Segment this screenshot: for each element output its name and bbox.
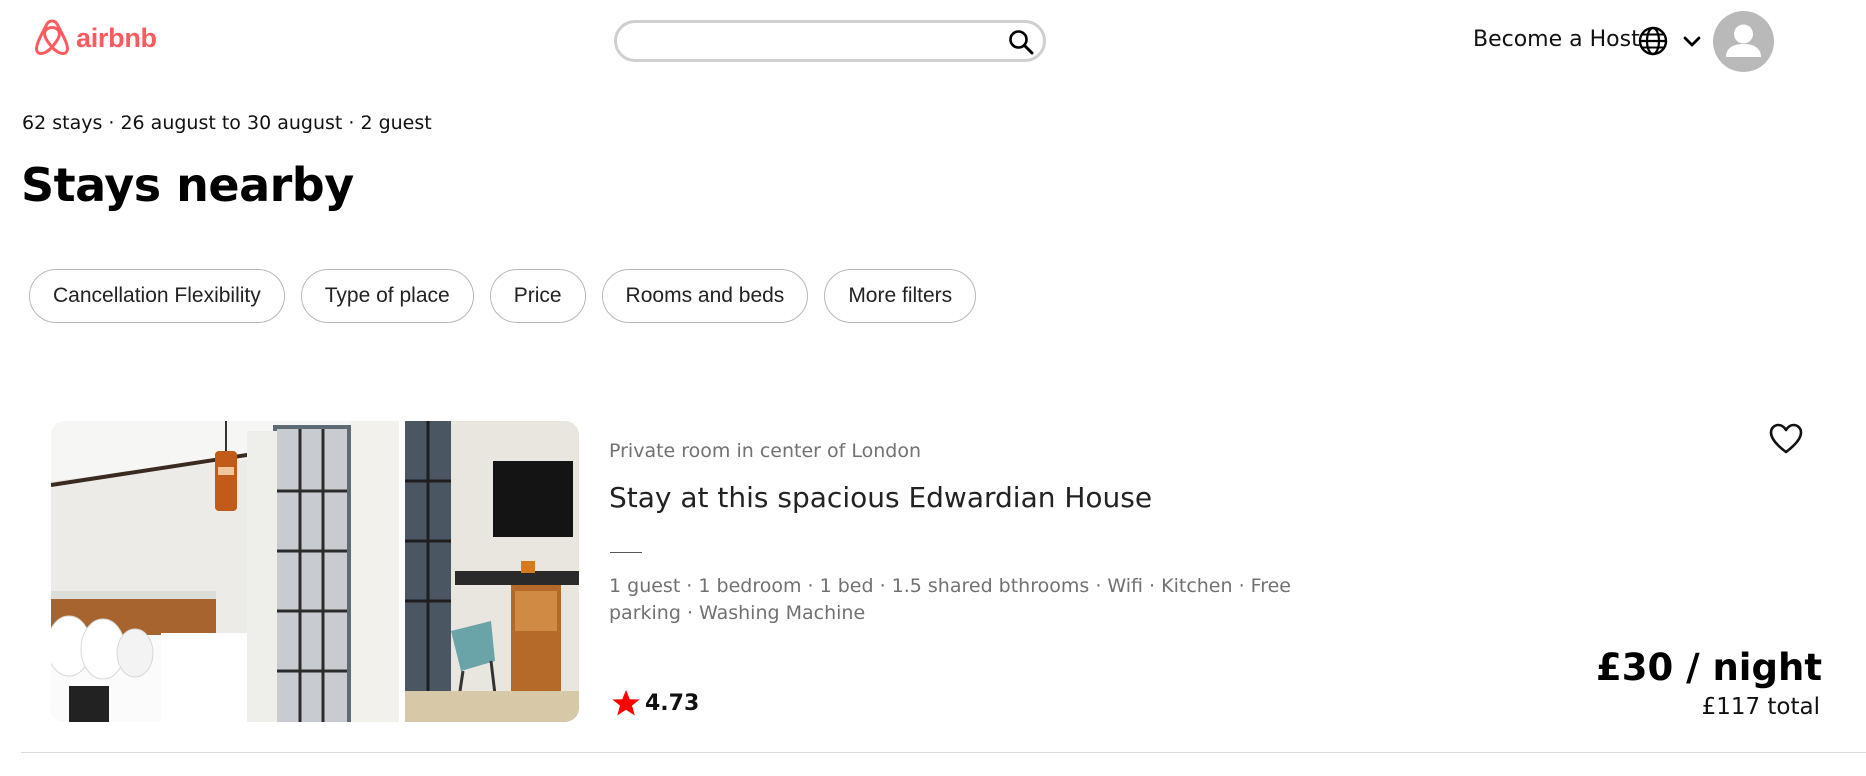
search-summary: 62 stays · 26 august to 30 august · 2 gu… — [22, 112, 432, 134]
airbnb-logo-icon — [35, 19, 69, 56]
heart-icon[interactable] — [1768, 422, 1804, 456]
search-button[interactable] — [1005, 26, 1037, 58]
listing-total: £117 total — [1701, 694, 1820, 720]
listing-rating: 4.73 — [611, 688, 699, 718]
page-title: Stays nearby — [21, 158, 354, 212]
become-host-link[interactable]: Become a Host — [1473, 27, 1640, 52]
user-icon — [1726, 24, 1761, 57]
listing-divider — [610, 552, 642, 553]
filter-type-of-place[interactable]: Type of place — [300, 269, 474, 323]
airbnb-logo[interactable]: airbnb — [34, 18, 157, 58]
brand-name: airbnb — [76, 22, 157, 53]
chevron-down-icon[interactable] — [1680, 30, 1704, 54]
search-icon — [1009, 30, 1034, 55]
filter-cancellation-flexibility[interactable]: Cancellation Flexibility — [29, 269, 285, 323]
listing-photo — [51, 421, 579, 722]
listing-amenities: 1 guest · 1 bedroom · 1 bed · 1.5 shared… — [609, 575, 1291, 624]
filter-price[interactable]: Price — [489, 269, 586, 323]
globe-icon[interactable] — [1637, 25, 1669, 57]
search-bar[interactable] — [614, 20, 1046, 62]
listing-image[interactable] — [51, 421, 579, 722]
filter-rooms-and-beds[interactable]: Rooms and beds — [601, 269, 809, 323]
listing-separator — [21, 752, 1866, 753]
listing-title[interactable]: Stay at this spacious Edwardian House — [609, 481, 1152, 514]
avatar[interactable] — [1713, 11, 1774, 72]
listing-type: Private room in center of London — [609, 440, 921, 462]
filter-bar: Cancellation Flexibility Type of place P… — [29, 269, 977, 323]
listing-price: £30 / night — [1595, 646, 1822, 689]
search-input[interactable] — [617, 23, 997, 59]
filter-more-filters[interactable]: More filters — [824, 269, 977, 323]
star-icon — [612, 689, 640, 716]
rating-value: 4.73 — [645, 690, 700, 716]
